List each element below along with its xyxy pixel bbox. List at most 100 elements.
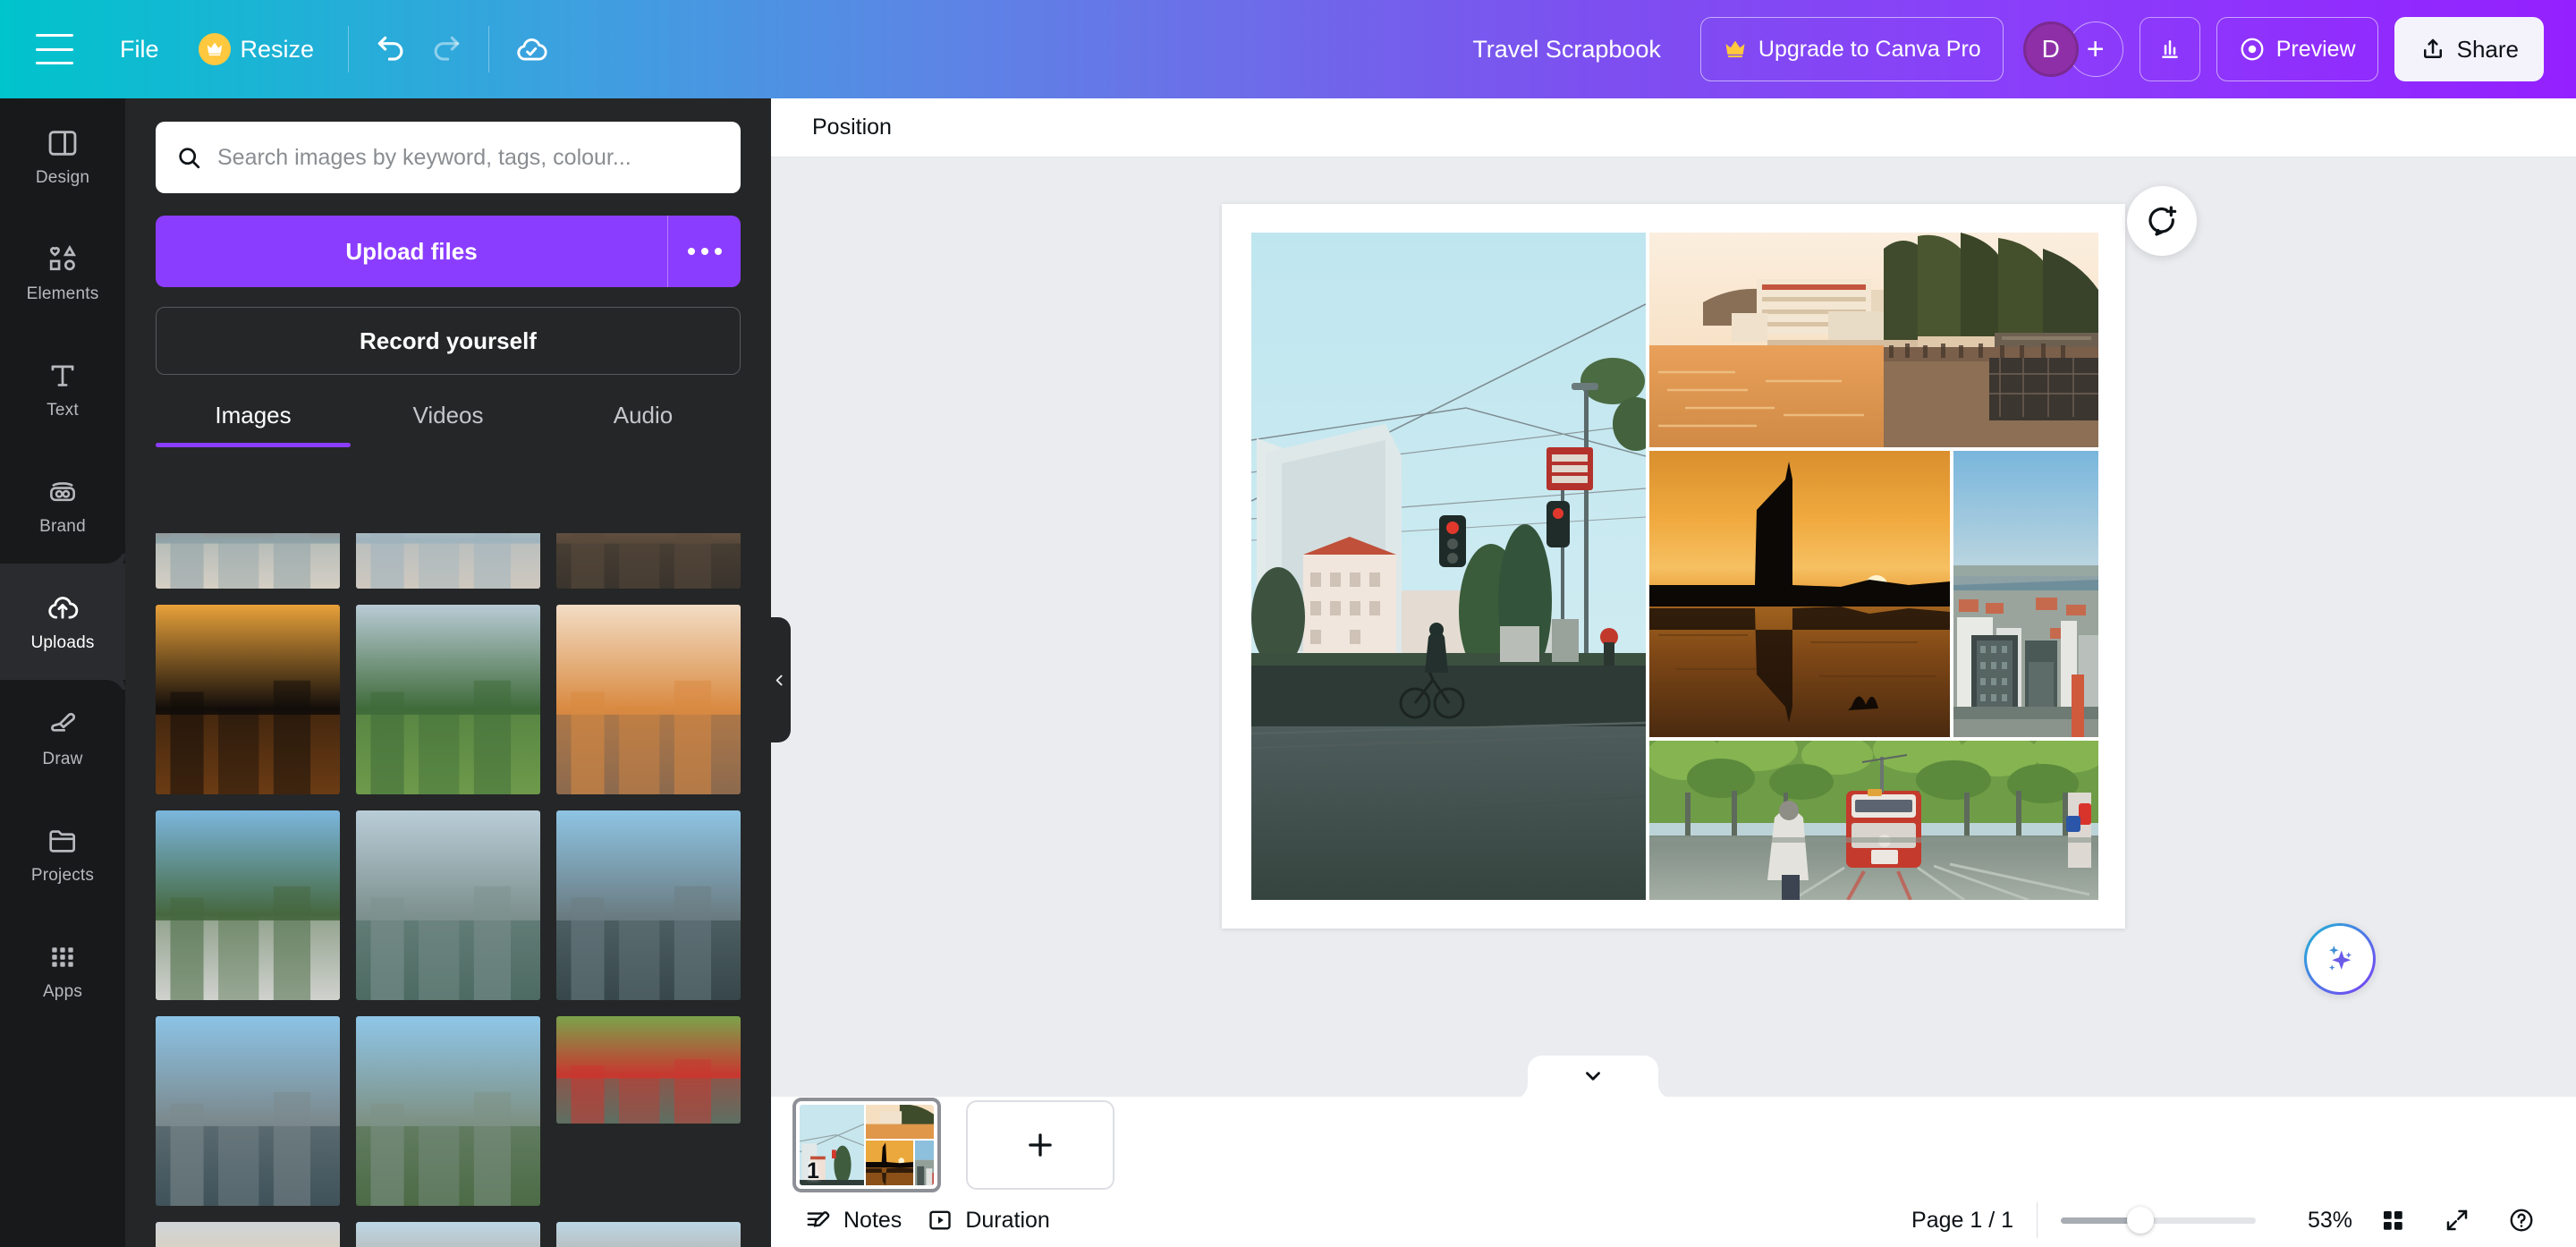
danube-canal-sunset-image: [1649, 233, 2098, 447]
collage-cell-donaucity-skyline-day[interactable]: [1953, 451, 2098, 737]
magic-studio-button[interactable]: [2304, 923, 2376, 995]
upload-thumbnail[interactable]: [556, 1016, 741, 1124]
preview-label: Preview: [2275, 36, 2356, 62]
thumb-cell-tower: [866, 1141, 914, 1185]
search-input-wrapper[interactable]: [156, 122, 741, 193]
collage-cell-danube-canal-sunset[interactable]: [1649, 233, 2098, 447]
canvas-collapse-toggle[interactable]: [1528, 1056, 1658, 1097]
collage-cell-vienna-red-tram-street[interactable]: [1649, 741, 2098, 900]
resize-label: Resize: [240, 35, 315, 63]
upload-thumbnail[interactable]: [156, 533, 340, 589]
upload-thumbnail-image: [156, 605, 340, 794]
add-page-button[interactable]: [966, 1100, 1114, 1190]
duration-label: Duration: [965, 1207, 1050, 1233]
uploads-tabs: Images Videos Audio: [156, 402, 741, 447]
thumb-cell-skyline: [915, 1141, 934, 1185]
upload-thumbnail-image: [556, 605, 741, 794]
help-button[interactable]: [2497, 1196, 2546, 1244]
upload-thumbnail[interactable]: [556, 605, 741, 794]
upload-thumbnail[interactable]: [356, 810, 540, 1000]
plus-icon: [1029, 1133, 1052, 1157]
cloud-check-icon[interactable]: [504, 21, 559, 77]
thumb-canal-image: [866, 1105, 934, 1140]
upload-thumbnail-image: [156, 533, 340, 589]
element-toolbar: Position: [771, 98, 2576, 157]
upload-thumbnail[interactable]: [556, 533, 741, 589]
sparkles-icon: [2328, 945, 2352, 971]
upload-thumbnail[interactable]: [156, 1222, 340, 1247]
add-comment-button[interactable]: [2127, 186, 2197, 256]
resize-button[interactable]: Resize: [179, 16, 335, 82]
crown-icon: [198, 33, 231, 65]
redo-icon[interactable]: [419, 21, 474, 77]
search-input[interactable]: [217, 144, 721, 171]
vienna-red-tram-street-image: [1649, 741, 2098, 900]
position-button[interactable]: Position: [801, 107, 902, 148]
collapse-panel-button[interactable]: [767, 617, 791, 742]
sidebar-item-label: Brand: [39, 516, 86, 536]
sidebar-item-design[interactable]: Design: [0, 98, 125, 215]
sidebar-item-draw[interactable]: Draw: [0, 680, 125, 796]
collage-cell-street-crossing-cyclist[interactable]: [1251, 233, 1646, 900]
document-title[interactable]: Travel Scrapbook: [1458, 27, 1675, 72]
sidebar-item-label: Design: [35, 167, 90, 187]
sidebar-item-apps[interactable]: Apps: [0, 912, 125, 1029]
grid-view-button[interactable]: [2368, 1196, 2417, 1244]
sidebar-item-elements[interactable]: Elements: [0, 215, 125, 331]
share-button[interactable]: Share: [2394, 17, 2544, 81]
duration-button[interactable]: Duration: [914, 1200, 1063, 1241]
preview-button[interactable]: Preview: [2216, 17, 2378, 81]
sidebar-item-projects[interactable]: Projects: [0, 796, 125, 912]
hamburger-icon[interactable]: [36, 34, 77, 64]
page-number-badge: 1: [807, 1158, 819, 1183]
upgrade-to-pro-button[interactable]: Upgrade to Canva Pro: [1699, 17, 2004, 81]
tab-images[interactable]: Images: [156, 402, 351, 447]
editor-main: Position 1 Notes Duration Page 1 / 1 53%: [771, 98, 2576, 1247]
insights-button[interactable]: [2139, 17, 2200, 81]
sidebar-item-label: Text: [47, 400, 79, 420]
upload-thumbnail[interactable]: [356, 1016, 540, 1206]
upload-thumbnail[interactable]: [156, 1016, 340, 1206]
upload-actions-row: Upload files: [156, 216, 741, 287]
avatar[interactable]: D: [2022, 21, 2079, 77]
upload-thumbnail[interactable]: [156, 810, 340, 1000]
tab-audio[interactable]: Audio: [546, 402, 741, 447]
upload-thumbnail[interactable]: [356, 605, 540, 794]
notes-button[interactable]: Notes: [792, 1200, 914, 1241]
upload-thumbnail-image: [356, 1016, 540, 1206]
upload-thumbnail-image: [356, 1222, 540, 1247]
collage-cell-millennium-tower-sunset[interactable]: [1649, 451, 1950, 737]
header-left-group: File Resize: [0, 16, 559, 82]
upload-thumbnail[interactable]: [356, 533, 540, 589]
upload-files-button[interactable]: Upload files: [156, 216, 667, 287]
sidebar-item-uploads[interactable]: Uploads: [0, 544, 125, 700]
header-right-group: Travel Scrapbook Upgrade to Canva Pro D …: [1458, 17, 2576, 81]
fullscreen-button[interactable]: [2433, 1196, 2481, 1244]
street-crossing-cyclist-image: [1251, 233, 1646, 900]
header-divider-1: [348, 26, 350, 72]
page-strip: 1: [771, 1097, 2576, 1193]
page-indicator: Page 1 / 1: [1911, 1207, 2013, 1233]
page-thumbnail-1[interactable]: 1: [792, 1098, 941, 1192]
file-menu-button[interactable]: File: [100, 16, 179, 82]
upload-thumbnail[interactable]: [556, 1222, 741, 1247]
upload-thumbnail[interactable]: [156, 605, 340, 794]
left-nav-rail: Design Elements Text Brand Uploads Draw …: [0, 98, 125, 1247]
canvas-area[interactable]: [771, 157, 2576, 1097]
upload-thumbnail-image: [556, 1016, 741, 1124]
thumb-cell-canal: [866, 1105, 934, 1140]
upload-thumbnail-image: [556, 810, 741, 1000]
record-yourself-button[interactable]: Record yourself: [156, 307, 741, 375]
zoom-slider[interactable]: [2061, 1206, 2256, 1234]
undo-icon[interactable]: [363, 21, 419, 77]
collage-middle-row: [1649, 451, 2098, 737]
upload-thumbnail[interactable]: [356, 1222, 540, 1247]
zoom-slider-knob[interactable]: [2127, 1207, 2155, 1234]
upload-thumbnail[interactable]: [556, 810, 741, 1000]
design-page[interactable]: [1222, 204, 2125, 929]
collage-right-column: [1649, 233, 2098, 900]
tab-videos[interactable]: Videos: [351, 402, 546, 447]
upgrade-label: Upgrade to Canva Pro: [1758, 36, 1981, 62]
sidebar-item-text[interactable]: Text: [0, 331, 125, 447]
upload-more-ellipsis-icon[interactable]: [667, 216, 741, 287]
